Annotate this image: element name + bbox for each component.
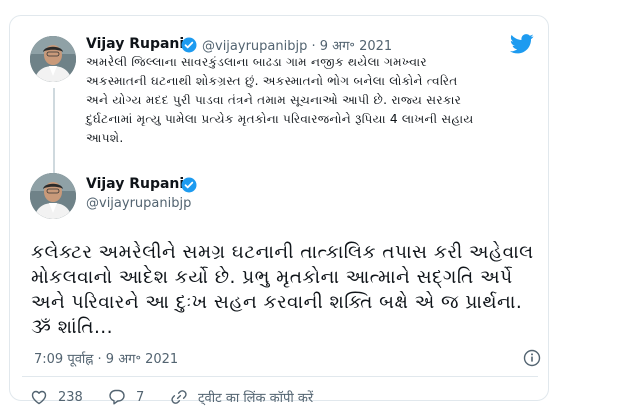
twitter-bird-icon[interactable] <box>510 34 534 54</box>
copy-link-button[interactable]: ट्वीट का लिंक कॉपी करें <box>170 388 313 406</box>
handle-text[interactable]: @vijayrupanibjp <box>202 39 307 54</box>
thread-connector-line <box>53 88 55 184</box>
embedded-tweet-card[interactable]: Vijay Rupani @vijayrupanibjp · 9 अग॰ 202… <box>9 15 549 406</box>
like-count: 238 <box>58 389 83 405</box>
author-handle[interactable]: @vijayrupanibjp <box>86 196 191 211</box>
tweet-timestamp[interactable]: 7:09 पूर्वाह्न · 9 अग॰ 2021 <box>34 349 178 367</box>
author-name[interactable]: Vijay Rupani <box>86 176 184 192</box>
avatar[interactable] <box>30 173 76 219</box>
author-handle[interactable]: @vijayrupanibjp · 9 अग॰ 2021 <box>202 36 392 54</box>
heart-icon <box>31 390 47 405</box>
link-icon <box>171 390 187 404</box>
info-icon[interactable] <box>523 349 541 367</box>
main-tweet-text: કલેક્ટર અમરેલીને સમગ્ર ઘટનાની તાત્કાલિક … <box>31 242 534 338</box>
reply-button[interactable]: 7 <box>108 388 144 406</box>
verified-badge-icon <box>181 37 197 53</box>
quoted-tweet-text: અમરેલી જિલ્લાના સાવરકુંડલાના બાઢડા ગામ ન… <box>86 55 474 145</box>
reply-icon <box>109 389 125 405</box>
avatar-photo <box>30 173 76 219</box>
tweet-date[interactable]: · 9 अग॰ 2021 <box>312 39 393 54</box>
divider <box>22 376 538 377</box>
copy-link-label: ट्वीट का लिंक कॉपी करें <box>198 391 314 406</box>
author-name[interactable]: Vijay Rupani <box>86 36 184 52</box>
reply-count: 7 <box>136 389 145 405</box>
like-button[interactable]: 238 <box>30 388 83 406</box>
verified-badge-icon <box>181 177 197 193</box>
avatar[interactable] <box>30 36 76 82</box>
avatar-photo <box>30 36 76 82</box>
